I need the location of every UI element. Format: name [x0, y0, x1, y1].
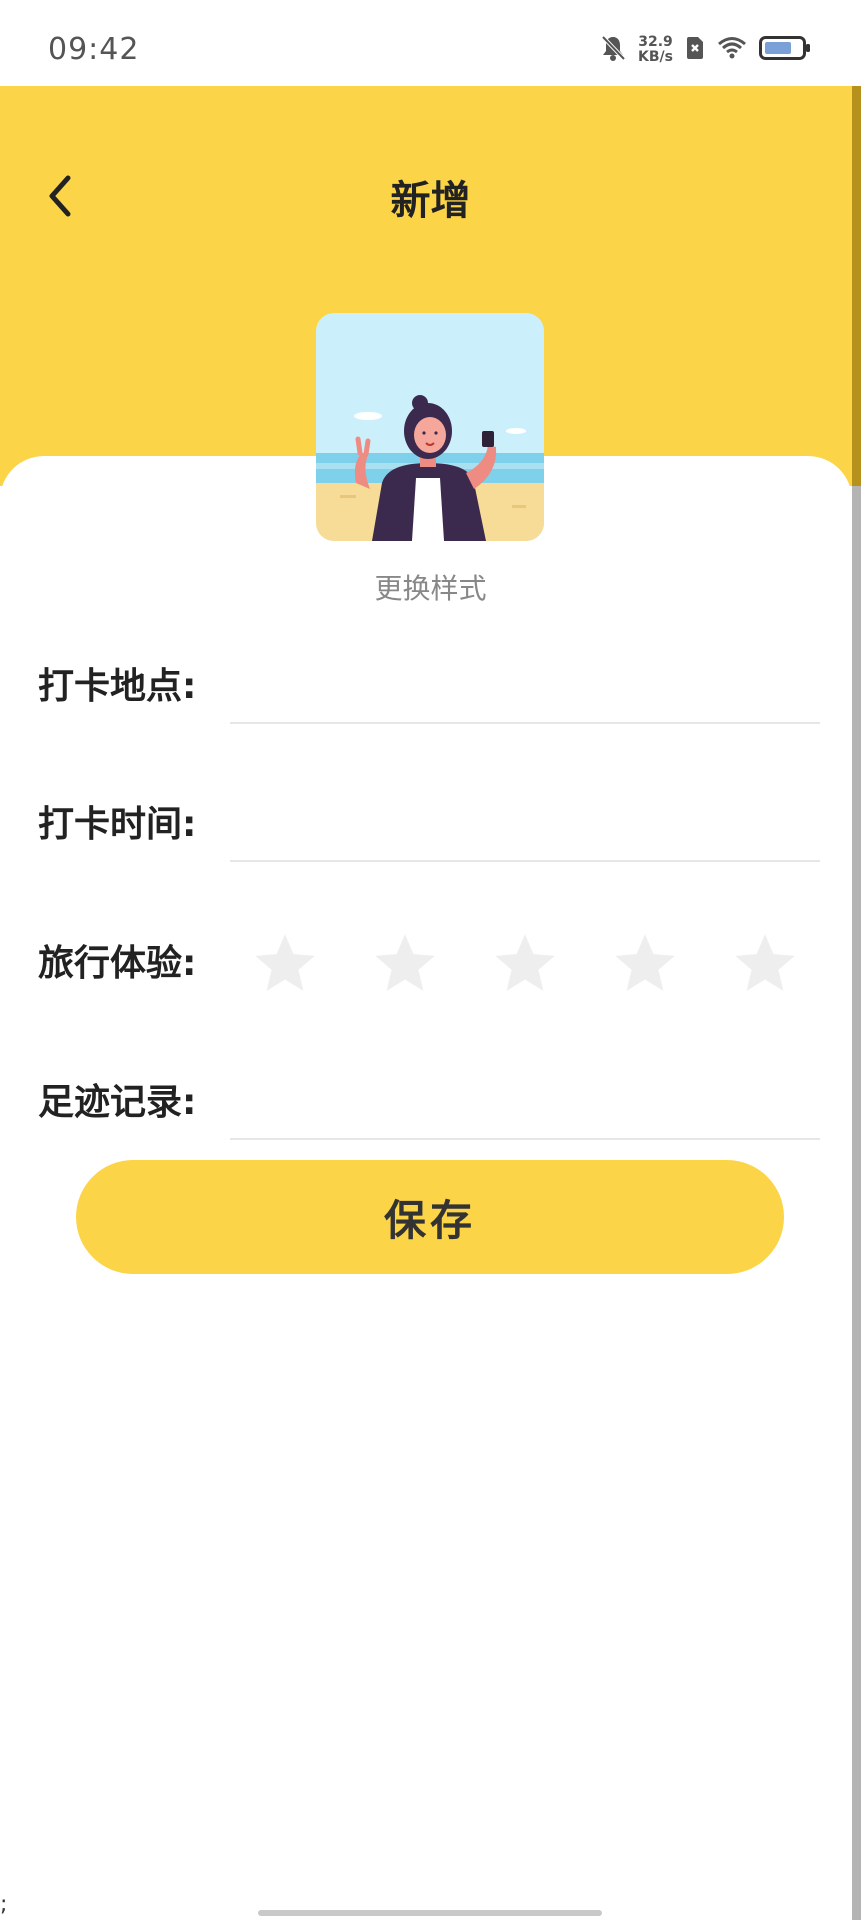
net-speed-value: 32.9: [638, 34, 673, 50]
save-button[interactable]: 保存: [76, 1160, 784, 1274]
net-speed-unit: KB/s: [638, 49, 673, 65]
status-bar: 09:42 32.9 KB/s: [0, 0, 861, 86]
notes-row: 足迹记录:: [0, 1078, 861, 1158]
battery-icon: [759, 35, 811, 65]
location-input[interactable]: [230, 662, 820, 724]
net-speed: 32.9 KB/s: [638, 35, 673, 65]
rating-label: 旅行体验:: [38, 943, 197, 984]
star-icon[interactable]: [488, 929, 562, 999]
travel-avatar-image[interactable]: [316, 313, 544, 541]
rating-row: 旅行体验:: [0, 934, 861, 1019]
notes-input[interactable]: [230, 1078, 820, 1140]
time-label: 打卡时间:: [38, 804, 197, 845]
home-indicator: [258, 1910, 602, 1916]
star-icon[interactable]: [608, 929, 682, 999]
sim-x-icon: [685, 36, 705, 64]
star-rating: [248, 929, 802, 999]
star-icon[interactable]: [248, 929, 322, 999]
status-icons: 32.9 KB/s: [600, 30, 811, 70]
change-style-link[interactable]: 更换样式: [0, 567, 861, 607]
location-label: 打卡地点:: [38, 666, 197, 707]
notes-label: 足迹记录:: [38, 1082, 197, 1123]
wifi-icon: [717, 36, 747, 64]
time-input[interactable]: [230, 800, 820, 862]
location-row: 打卡地点:: [0, 662, 861, 742]
status-time: 09:42: [48, 32, 140, 67]
time-row: 打卡时间:: [0, 800, 861, 880]
footer-text: ;: [0, 1892, 8, 1917]
page-title: 新增: [390, 178, 471, 224]
scroll-edge-top: [852, 86, 861, 486]
star-icon[interactable]: [368, 929, 442, 999]
star-icon[interactable]: [728, 929, 802, 999]
bell-muted-icon: [600, 34, 626, 66]
